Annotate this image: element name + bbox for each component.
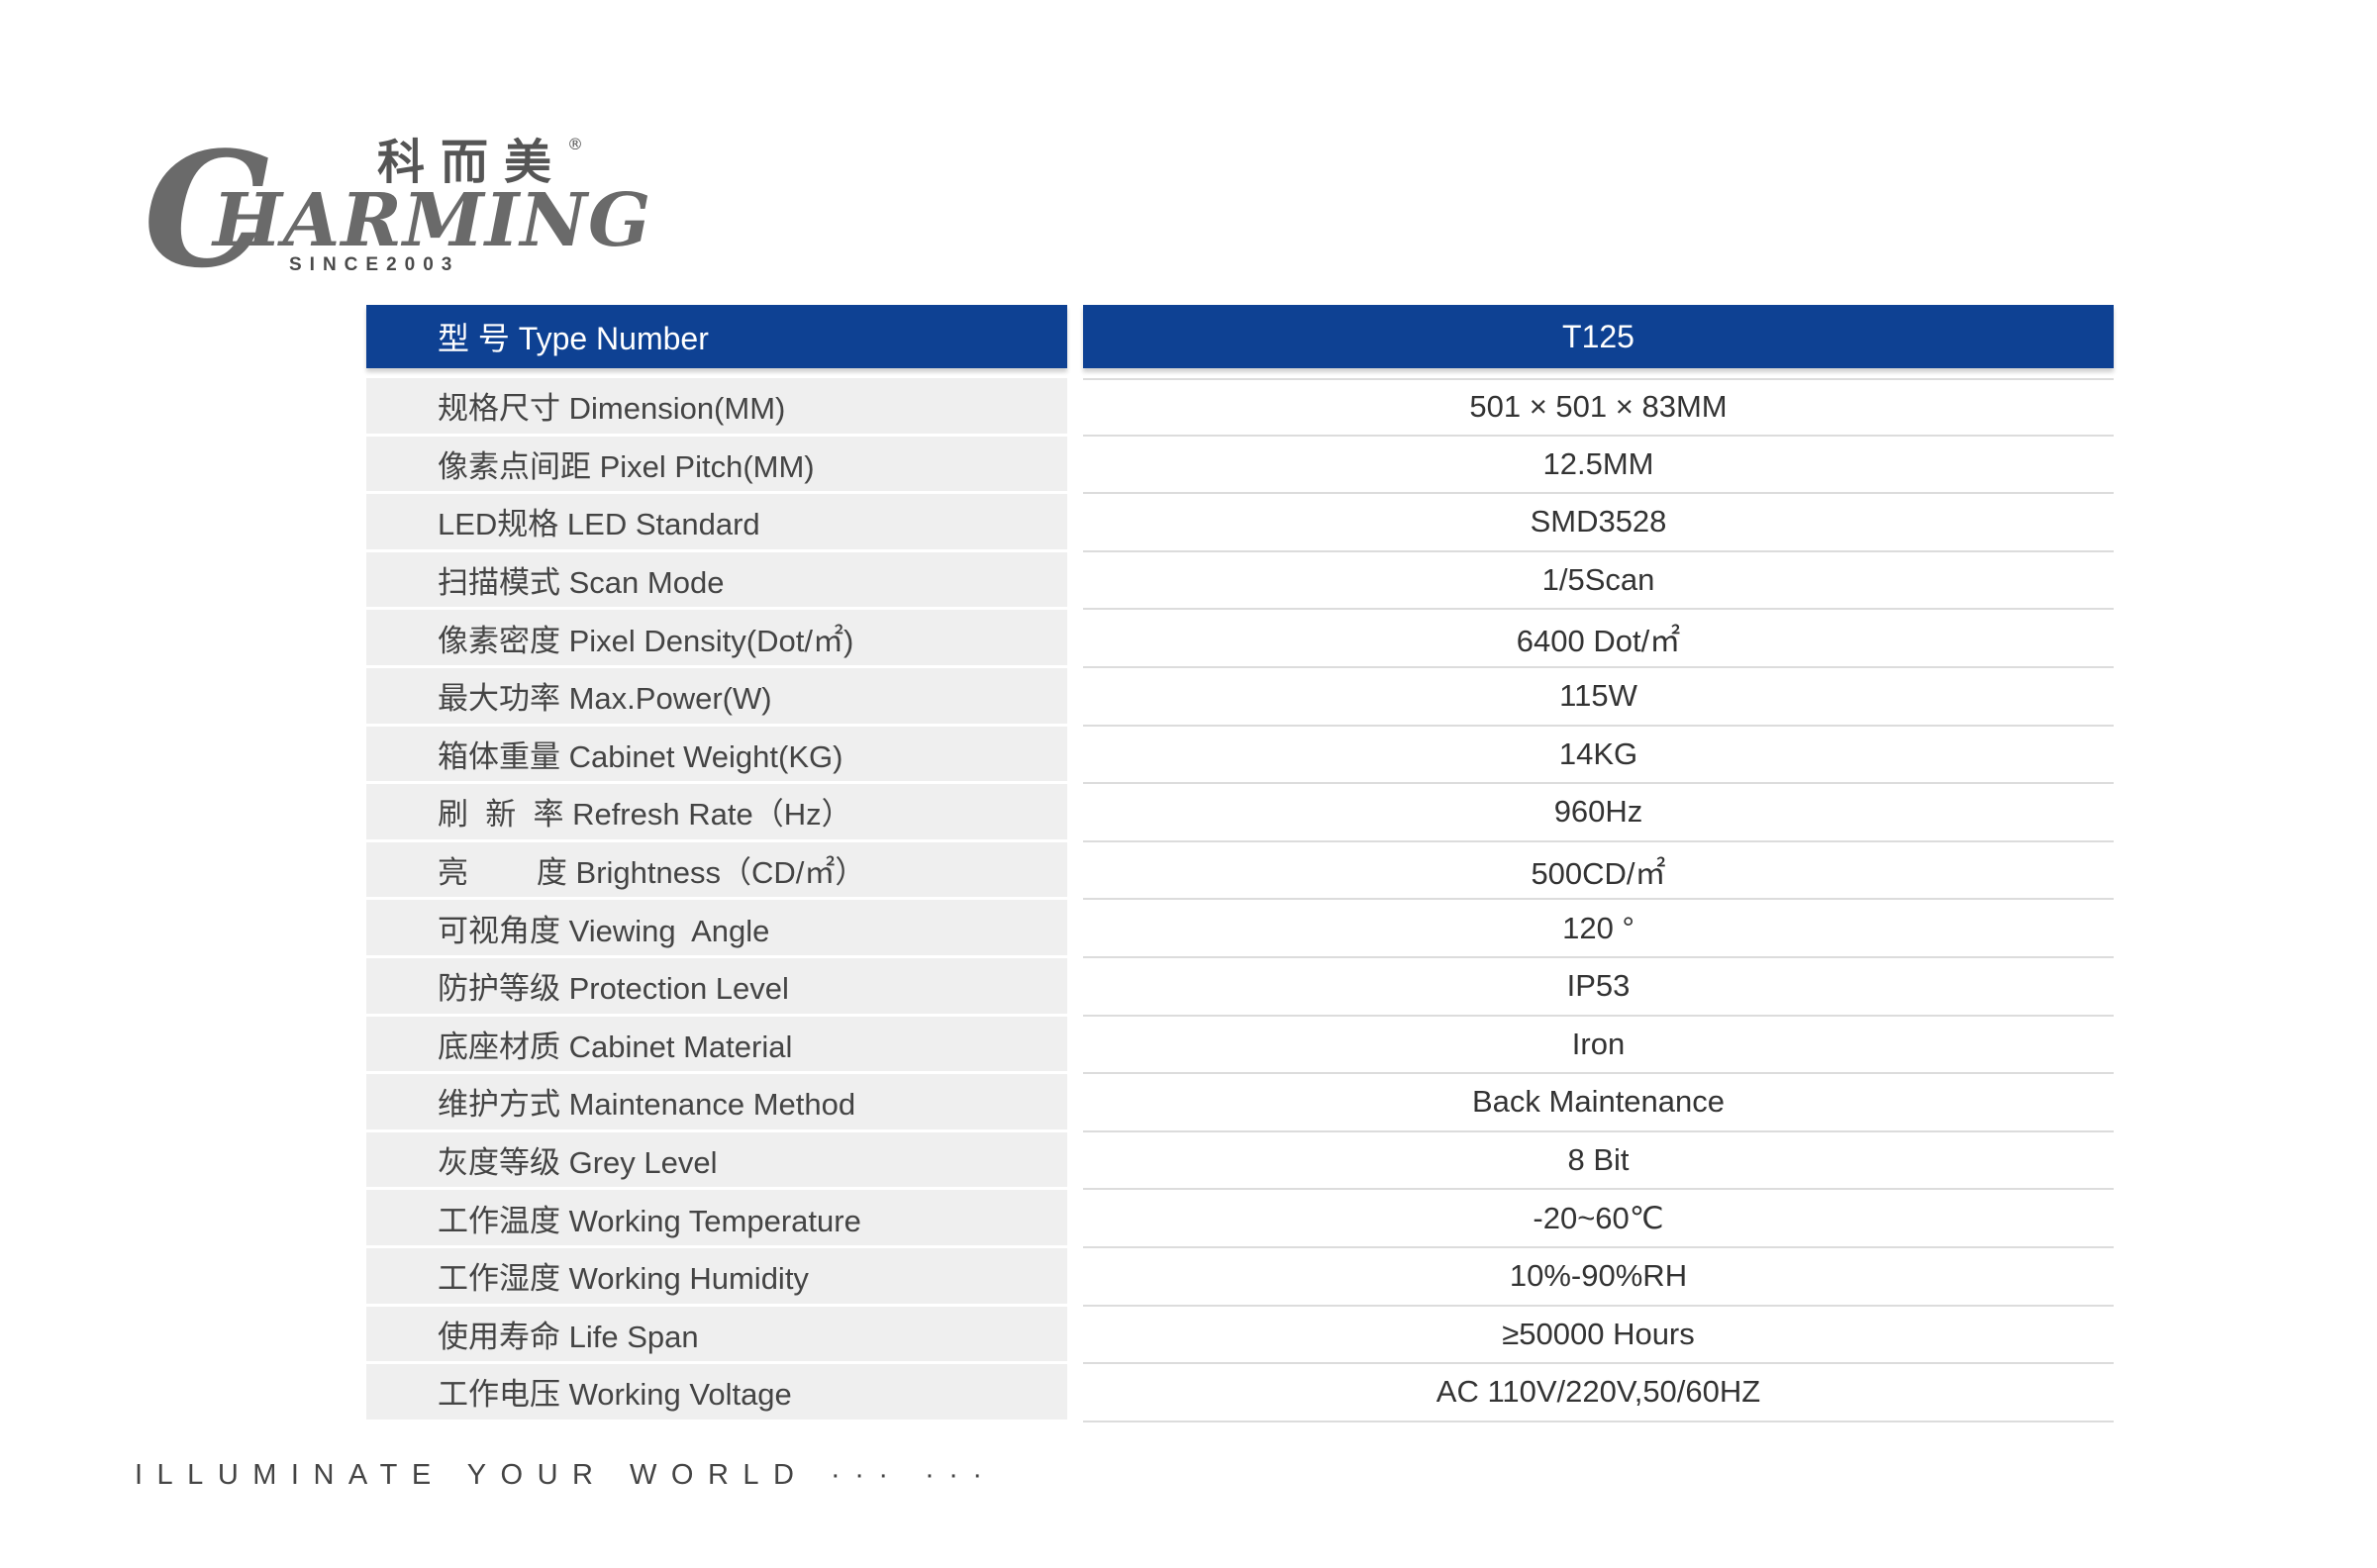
row-value: 115W <box>1083 668 2114 727</box>
table-row: 灰度等级 Grey Level 8 Bit <box>366 1131 2114 1191</box>
table-row: 防护等级 Protection Level IP53 <box>366 957 2114 1017</box>
table-row: 亮 度 Brightness（CD/㎡） 500CD/㎡ <box>366 841 2114 901</box>
registered-mark: ® <box>567 135 583 153</box>
row-value: AC 110V/220V,50/60HZ <box>1083 1364 2114 1422</box>
table-row: 工作湿度 Working Humidity 10%-90%RH <box>366 1247 2114 1307</box>
row-value: Back Maintenance <box>1083 1074 2114 1132</box>
table-row: 像素点间距 Pixel Pitch(MM) 12.5MM <box>366 436 2114 495</box>
row-label: 规格尺寸 Dimension(MM) <box>366 378 1067 437</box>
spec-rows: 规格尺寸 Dimension(MM) 501 × 501 × 83MM 像素点间距 … <box>366 378 2114 1422</box>
row-label: 像素密度 Pixel Density(Dot/㎡) <box>366 610 1067 668</box>
table-row: 工作温度 Working Temperature -20~60℃ <box>366 1190 2114 1248</box>
row-value: 12.5MM <box>1083 437 2114 495</box>
row-label: 刷 新 率 Refresh Rate（Hz） <box>366 784 1067 842</box>
row-label: 工作温度 Working Temperature <box>366 1190 1067 1248</box>
row-label: 扫描模式 Scan Mode <box>366 551 1067 611</box>
table-row: 规格尺寸 Dimension(MM) 501 × 501 × 83MM <box>366 378 2114 437</box>
brand-logo: C HARMING 科而美 ® SINCE2003 <box>144 129 650 289</box>
row-value: 500CD/㎡ <box>1083 842 2114 901</box>
table-row: 最大功率 Max.Power(W) 115W <box>366 667 2114 727</box>
header-label: 型 号 Type Number <box>366 305 1067 368</box>
row-value: ≥50000 Hours <box>1083 1307 2114 1365</box>
tagline: ILLUMINATE YOUR WORLD ··· ··· <box>135 1459 997 1491</box>
row-label: LED规格 LED Standard <box>366 494 1067 552</box>
table-row: 底座材质 Cabinet Material Iron <box>366 1016 2114 1075</box>
row-value: 1/5Scan <box>1083 552 2114 611</box>
row-value: 14KG <box>1083 727 2114 785</box>
row-value: 6400 Dot/㎡ <box>1083 610 2114 668</box>
row-label: 维护方式 Maintenance Method <box>366 1074 1067 1132</box>
table-row: 工作电压 Working Voltage AC 110V/220V,50/60HZ <box>366 1364 2114 1422</box>
row-value: 960Hz <box>1083 784 2114 842</box>
logo-since: SINCE2003 <box>289 254 460 275</box>
table-row: 刷 新 率 Refresh Rate（Hz） 960Hz <box>366 784 2114 842</box>
row-value: 120 ° <box>1083 900 2114 958</box>
row-label: 灰度等级 Grey Level <box>366 1131 1067 1191</box>
row-label: 防护等级 Protection Level <box>366 957 1067 1017</box>
row-value: SMD3528 <box>1083 494 2114 552</box>
row-label: 箱体重量 Cabinet Weight(KG) <box>366 726 1067 785</box>
table-row: 可视角度 Viewing Angle 120 ° <box>366 900 2114 958</box>
spec-table: 型 号 Type Number T125 规格尺寸 Dimension(MM) 5… <box>366 305 2114 1422</box>
header-value: T125 <box>1083 305 2114 368</box>
row-value: 10%-90%RH <box>1083 1248 2114 1307</box>
row-label: 使用寿命 Life Span <box>366 1306 1067 1365</box>
table-row: 维护方式 Maintenance Method Back Maintenance <box>366 1074 2114 1132</box>
table-row: 使用寿命 Life Span ≥50000 Hours <box>366 1306 2114 1365</box>
row-value: 501 × 501 × 83MM <box>1083 378 2114 437</box>
row-label: 底座材质 Cabinet Material <box>366 1016 1067 1075</box>
row-label: 像素点间距 Pixel Pitch(MM) <box>366 436 1067 495</box>
logo-wordmark: HARMING <box>213 178 652 263</box>
logo-chinese-name: 科而美 <box>377 135 568 190</box>
spec-header-row: 型 号 Type Number T125 <box>366 305 2114 368</box>
row-label: 亮 度 Brightness（CD/㎡） <box>366 841 1067 901</box>
row-label: 工作湿度 Working Humidity <box>366 1247 1067 1307</box>
row-value: -20~60℃ <box>1083 1190 2114 1248</box>
row-label: 最大功率 Max.Power(W) <box>366 667 1067 727</box>
table-row: 扫描模式 Scan Mode 1/5Scan <box>366 551 2114 611</box>
row-label: 工作电压 Working Voltage <box>366 1364 1067 1422</box>
table-row: LED规格 LED Standard SMD3528 <box>366 494 2114 552</box>
table-row: 箱体重量 Cabinet Weight(KG) 14KG <box>366 726 2114 785</box>
table-row: 像素密度 Pixel Density(Dot/㎡) 6400 Dot/㎡ <box>366 610 2114 668</box>
row-value: Iron <box>1083 1017 2114 1075</box>
row-label: 可视角度 Viewing Angle <box>366 900 1067 958</box>
row-value: 8 Bit <box>1083 1132 2114 1191</box>
row-value: IP53 <box>1083 958 2114 1017</box>
